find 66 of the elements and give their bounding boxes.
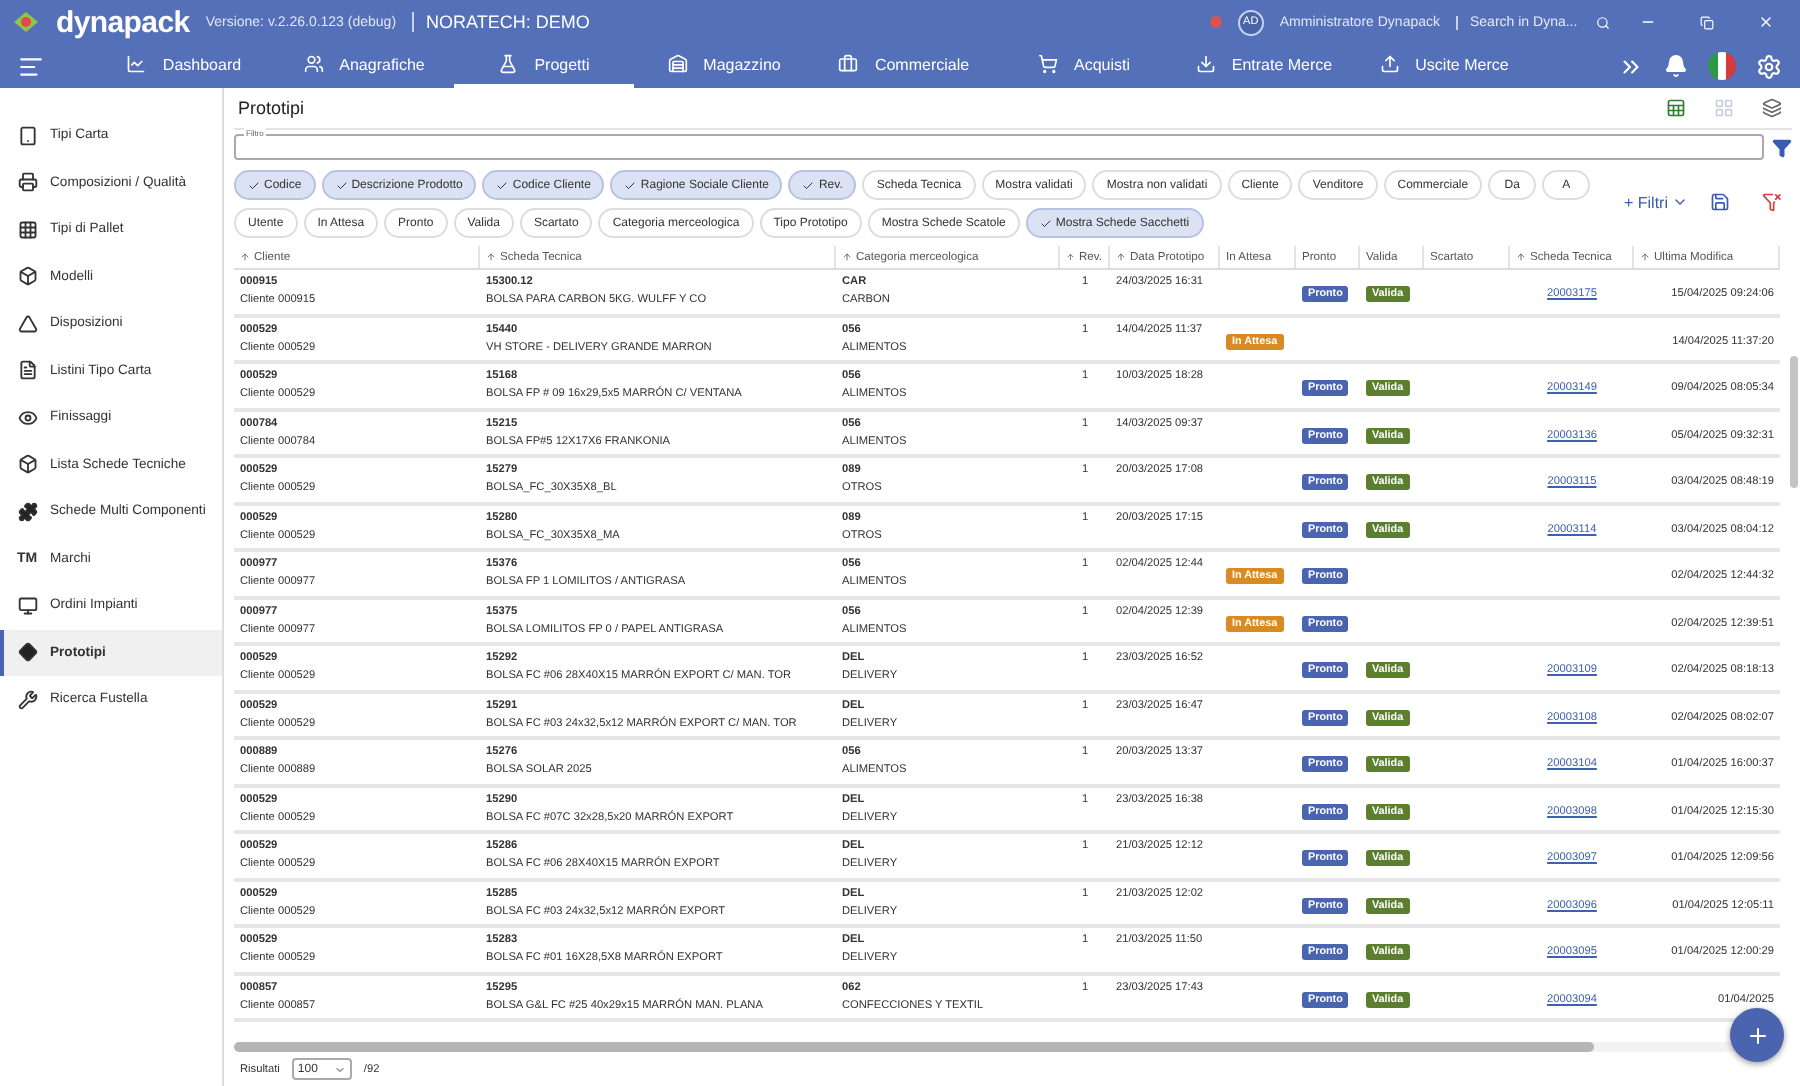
nav-tab[interactable]: Anagrafiche <box>274 44 454 88</box>
flag-icon[interactable] <box>1708 52 1736 80</box>
check-icon <box>496 179 509 191</box>
menu-icon <box>18 53 44 79</box>
sort-icon[interactable] <box>240 252 250 262</box>
eye-icon <box>17 407 37 428</box>
briefcase-icon <box>838 54 859 74</box>
sort-icon[interactable] <box>1116 252 1126 262</box>
grid-icon <box>17 219 37 240</box>
save-icon <box>1710 192 1730 212</box>
nav-tab[interactable]: Dashboard <box>94 44 274 88</box>
caret-icon <box>1672 194 1688 210</box>
cart-icon <box>1037 54 1058 74</box>
tablet-icon <box>17 125 37 146</box>
layers-icon <box>1762 98 1782 118</box>
search-icon <box>1596 15 1610 29</box>
logo-icon <box>12 10 40 34</box>
check-icon <box>335 179 348 191</box>
add-button[interactable] <box>1730 1008 1784 1062</box>
grid-icon <box>1714 98 1734 118</box>
page-title: Prototipi <box>236 98 307 118</box>
check-icon <box>1039 217 1052 229</box>
app-logo: dynapack <box>56 5 190 39</box>
nav-tab[interactable]: Progetti <box>454 44 634 88</box>
nav-tab[interactable]: Uscite Merce <box>1354 44 1534 88</box>
restore-icon <box>1700 15 1714 29</box>
close-icon <box>1758 14 1774 30</box>
warehouse-icon <box>667 54 688 74</box>
download-icon <box>1195 54 1216 74</box>
nav-tab[interactable]: Commerciale <box>814 44 994 88</box>
company-name: NORATECH: DEMO <box>412 12 590 32</box>
filter-icon[interactable] <box>1772 137 1792 157</box>
cube-icon <box>17 454 37 475</box>
plus-icon <box>1745 1023 1769 1047</box>
sort-icon[interactable] <box>486 252 496 262</box>
wrench-icon <box>17 689 37 710</box>
nav-tab[interactable]: Acquisti <box>994 44 1174 88</box>
check-icon <box>248 179 260 191</box>
upload-icon <box>1379 54 1400 74</box>
caret-icon <box>333 1063 346 1075</box>
chart-icon <box>126 54 147 74</box>
alert-icon <box>1209 16 1222 28</box>
users-icon <box>303 54 324 74</box>
more-filters-button[interactable]: + Filtri <box>1624 193 1688 211</box>
monitor-icon <box>17 595 37 616</box>
scrollbar-thumb[interactable] <box>1790 356 1798 488</box>
spreadsheet-icon <box>1666 98 1686 118</box>
bell-icon <box>1664 54 1688 78</box>
diamond-icon <box>17 642 37 663</box>
triangle-icon <box>17 313 37 334</box>
flask-icon <box>498 54 519 74</box>
sort-icon[interactable] <box>1066 252 1075 262</box>
cube-icon <box>17 266 37 287</box>
check-icon <box>802 179 815 191</box>
scrollbar-thumb[interactable] <box>234 1042 1595 1052</box>
check-icon <box>624 179 637 191</box>
sort-icon[interactable] <box>1516 252 1526 262</box>
clear-filter-icon <box>1762 192 1782 212</box>
nav-tab[interactable]: Entrate Merce <box>1174 44 1354 88</box>
settings-icon <box>1756 53 1782 79</box>
sort-icon[interactable] <box>842 252 852 262</box>
printer-icon <box>17 172 37 193</box>
sort-icon[interactable] <box>1640 252 1650 262</box>
puzzle-icon <box>17 501 37 522</box>
document-icon <box>17 360 37 381</box>
nav-tab[interactable]: Magazzino <box>634 44 814 88</box>
